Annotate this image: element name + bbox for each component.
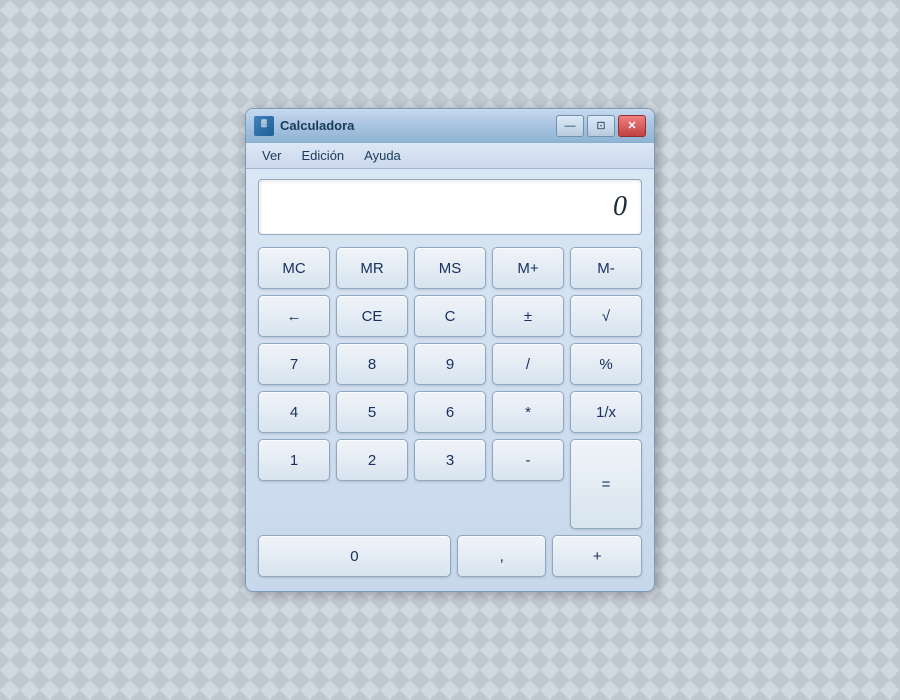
mr-button[interactable]: MR (336, 247, 408, 289)
minimize-button[interactable]: — (556, 115, 584, 137)
eight-button[interactable]: 8 (336, 343, 408, 385)
zero-button[interactable]: 0 (258, 535, 451, 577)
memory-row: MC MR MS M+ M- (258, 247, 642, 289)
menu-ayuda[interactable]: Ayuda (358, 146, 407, 165)
three-button[interactable]: 3 (414, 439, 486, 481)
ce-button[interactable]: CE (336, 295, 408, 337)
clear-row: ← CE C ± √ (258, 295, 642, 337)
add-button[interactable]: + (552, 535, 642, 577)
four-button[interactable]: 4 (258, 391, 330, 433)
backspace-button[interactable]: ← (258, 295, 330, 337)
sqrt-button[interactable]: √ (570, 295, 642, 337)
subtract-button[interactable]: - (492, 439, 564, 481)
row-123: 1 2 3 - = (258, 439, 642, 529)
row-456: 4 5 6 * 1/x (258, 391, 642, 433)
menu-ver[interactable]: Ver (256, 146, 288, 165)
five-button[interactable]: 5 (336, 391, 408, 433)
ms-button[interactable]: MS (414, 247, 486, 289)
mplus-button[interactable]: M+ (492, 247, 564, 289)
menu-bar: Ver Edición Ayuda (246, 143, 654, 169)
menu-edicion[interactable]: Edición (296, 146, 351, 165)
mc-button[interactable]: MC (258, 247, 330, 289)
restore-button[interactable]: ⊡ (587, 115, 615, 137)
window-controls: — ⊡ ✕ (556, 115, 646, 137)
reciprocal-button[interactable]: 1/x (570, 391, 642, 433)
seven-button[interactable]: 7 (258, 343, 330, 385)
six-button[interactable]: 6 (414, 391, 486, 433)
display-value: 0 (613, 191, 627, 223)
one-button[interactable]: 1 (258, 439, 330, 481)
percent-button[interactable]: % (570, 343, 642, 385)
row-0: 0 , + (258, 535, 642, 577)
equals-button[interactable]: = (570, 439, 642, 529)
multiply-button[interactable]: * (492, 391, 564, 433)
two-button[interactable]: 2 (336, 439, 408, 481)
nine-button[interactable]: 9 (414, 343, 486, 385)
comma-button[interactable]: , (457, 535, 547, 577)
plusminus-button[interactable]: ± (492, 295, 564, 337)
window-title: Calculadora (280, 118, 556, 133)
buttons-grid: MC MR MS M+ M- ← CE C ± √ 7 8 9 / % (258, 247, 642, 577)
close-button[interactable]: ✕ (618, 115, 646, 137)
mminus-button[interactable]: M- (570, 247, 642, 289)
divide-button[interactable]: / (492, 343, 564, 385)
calculator-window: 🖩 Calculadora — ⊡ ✕ Ver Edición Ayuda 0 … (245, 108, 655, 592)
title-bar: 🖩 Calculadora — ⊡ ✕ (246, 109, 654, 143)
display-panel: 0 (258, 179, 642, 235)
app-icon: 🖩 (254, 116, 274, 136)
row-789: 7 8 9 / % (258, 343, 642, 385)
c-button[interactable]: C (414, 295, 486, 337)
calculator-body: 0 MC MR MS M+ M- ← CE C ± √ 7 (246, 169, 654, 591)
